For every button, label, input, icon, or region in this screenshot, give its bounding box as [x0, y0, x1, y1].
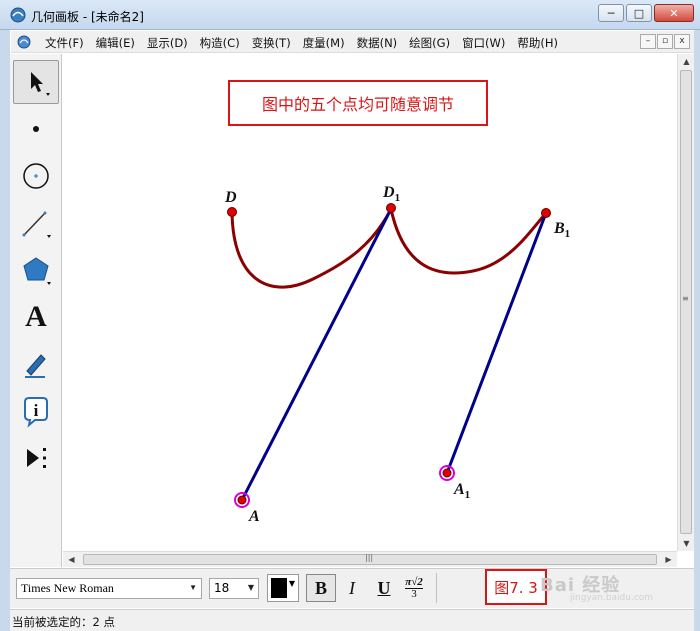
text-color-button[interactable]: ▼ — [267, 574, 299, 602]
menu-window[interactable]: 窗口(W) — [456, 35, 511, 51]
status-bar: 当前被选定的：2 点 — [10, 609, 694, 631]
menu-transform[interactable]: 变换(T) — [246, 35, 297, 51]
horizontal-scrollbar[interactable]: ◀ ||| ▶ — [63, 551, 677, 567]
font-family-value: Times New Roman — [21, 581, 114, 595]
tool-palette: A i — [10, 54, 62, 567]
marker-tool[interactable] — [13, 342, 59, 386]
horizontal-grip-icon: ||| — [365, 553, 374, 562]
math-format-top: π√2 — [405, 575, 423, 589]
scroll-down-icon[interactable]: ▼ — [679, 536, 694, 551]
window-frame-right — [694, 30, 700, 631]
label-A1[interactable]: A1 — [453, 481, 470, 501]
math-format-bottom: 3 — [411, 587, 417, 600]
custom-tools-icon — [27, 448, 46, 468]
segment-A-D1[interactable] — [240, 208, 393, 501]
font-size-value: 18 — [214, 581, 230, 595]
maximize-icon: □ — [633, 6, 645, 20]
svg-text:i: i — [34, 401, 39, 420]
point-D1[interactable] — [386, 203, 396, 213]
minimize-button[interactable]: ─ — [598, 4, 624, 22]
circle-icon — [23, 163, 49, 189]
menu-edit[interactable]: 编辑(E) — [90, 35, 141, 51]
compass-tool[interactable] — [13, 154, 59, 198]
arrow-tool[interactable] — [13, 60, 59, 104]
segment-icon — [22, 211, 51, 238]
italic-button[interactable]: I — [337, 574, 367, 602]
menu-construct[interactable]: 构造(C) — [194, 35, 246, 51]
baidu-watermark-url: jingyan.baidu.com — [570, 593, 654, 603]
point-B1[interactable] — [541, 208, 551, 218]
straightedge-tool[interactable] — [13, 201, 59, 245]
chevron-down-icon: ▼ — [189, 583, 197, 592]
color-swatch — [271, 578, 287, 598]
vertical-scrollbar[interactable]: ▲ ≡ ▼ — [677, 54, 694, 551]
text-format-bar: Times New Roman ▼ 18 ▼ ▼ B I U π√2 3 图7.… — [10, 568, 694, 608]
label-B1[interactable]: B1 — [553, 220, 570, 240]
label-D[interactable]: D — [224, 189, 237, 206]
annotation-note-text: 图中的五个点均可随意调节 — [261, 95, 454, 114]
point-A[interactable] — [237, 495, 247, 505]
scroll-left-icon[interactable]: ◀ — [64, 552, 79, 567]
figure-label-text: 图7. 3 — [494, 578, 538, 597]
title-bar: 几何画板 - [未命名2] ─ □ ✕ — [0, 0, 700, 30]
figure-label: 图7. 3 — [485, 569, 547, 605]
segment-A1-B1[interactable] — [445, 212, 548, 474]
doc-minimize-button[interactable]: – — [640, 34, 656, 49]
vertical-grip-icon: ≡ — [682, 294, 689, 303]
point-tool[interactable] — [13, 107, 59, 151]
point-icon — [33, 126, 39, 132]
label-D1[interactable]: D1 — [382, 184, 400, 204]
polygon-icon — [23, 257, 51, 285]
menu-graph[interactable]: 绘图(G) — [403, 35, 456, 51]
scroll-up-icon[interactable]: ▲ — [679, 54, 694, 69]
marker-pen-icon — [25, 354, 46, 378]
scroll-right-icon[interactable]: ▶ — [661, 552, 676, 567]
doc-close-button[interactable]: x — [674, 34, 690, 49]
information-icon: i — [24, 397, 48, 428]
math-format-button[interactable]: π√2 3 — [399, 574, 429, 602]
close-icon: ✕ — [669, 6, 679, 20]
polygon-tool[interactable] — [13, 248, 59, 292]
document-icon[interactable] — [17, 35, 31, 49]
curve-D-D1[interactable] — [230, 208, 393, 289]
menu-help[interactable]: 帮助(H) — [511, 35, 564, 51]
menu-display[interactable]: 显示(D) — [141, 35, 194, 51]
menu-file[interactable]: 文件(F) — [39, 35, 90, 51]
status-text: 当前被选定的：2 点 — [12, 615, 115, 629]
information-tool[interactable]: i — [13, 389, 59, 433]
geometry-drawing[interactable]: D D1 B1 A A1 — [63, 54, 677, 551]
underline-button[interactable]: U — [369, 574, 399, 602]
window-frame-left — [0, 30, 10, 631]
annotation-note: 图中的五个点均可随意调节 — [228, 80, 488, 126]
label-A[interactable]: A — [248, 508, 260, 525]
chevron-down-icon: ▼ — [247, 583, 254, 592]
color-dropdown-icon: ▼ — [288, 579, 295, 588]
doc-restore-button[interactable]: ▫ — [657, 34, 673, 49]
window-title: 几何画板 - [未命名2] — [31, 10, 144, 24]
minimize-icon: ─ — [607, 6, 615, 20]
text-tool-icon: A — [25, 300, 47, 333]
menu-bar: 文件(F) 编辑(E) 显示(D) 构造(C) 变换(T) 度量(M) 数据(N… — [11, 31, 694, 53]
sketch-canvas[interactable]: D D1 B1 A A1 — [63, 54, 677, 551]
curve-D1-B1[interactable] — [389, 208, 548, 275]
menu-data[interactable]: 数据(N) — [351, 35, 404, 51]
font-family-select[interactable]: Times New Roman ▼ — [16, 578, 202, 599]
point-D[interactable] — [227, 207, 237, 217]
maximize-button[interactable]: □ — [626, 4, 652, 22]
app-icon — [10, 7, 26, 23]
toolbar-separator — [436, 573, 437, 603]
text-tool[interactable]: A — [13, 295, 59, 339]
bold-button[interactable]: B — [306, 574, 336, 602]
font-size-select[interactable]: 18 ▼ — [209, 578, 259, 599]
close-button[interactable]: ✕ — [654, 4, 694, 22]
custom-tool[interactable] — [13, 436, 59, 480]
arrow-select-icon — [31, 72, 50, 96]
menu-measure[interactable]: 度量(M) — [297, 35, 351, 51]
point-A1[interactable] — [442, 468, 452, 478]
